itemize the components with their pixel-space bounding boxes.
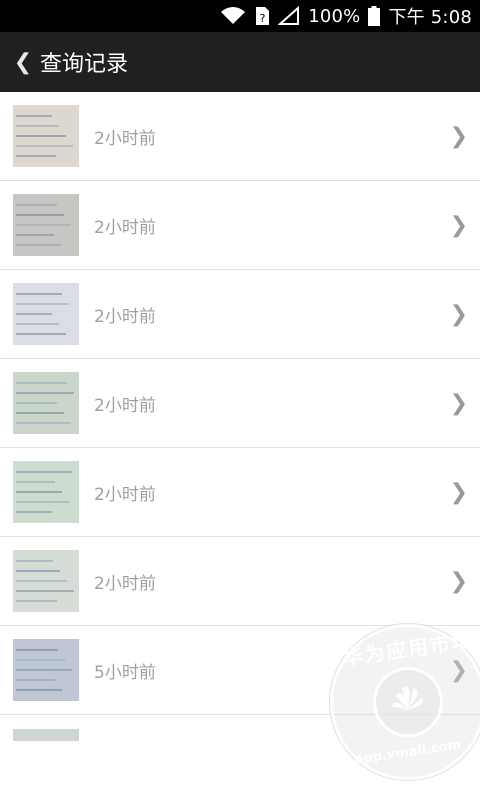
record-time: 2小时前 (94, 306, 156, 327)
record-time: 2小时前 (94, 217, 156, 238)
record-thumbnail (13, 550, 79, 612)
signal-icon (278, 6, 300, 26)
status-bar: ? 100% 下午 5:08 (0, 0, 480, 32)
wifi-icon (220, 6, 246, 26)
huawei-appmarket-watermark: 华为应用市场 app.vmall.com (330, 624, 480, 780)
record-thumbnail (13, 729, 79, 741)
record-time: 2小时前 (94, 484, 156, 505)
record-time: 5小时前 (94, 662, 156, 683)
record-thumbnail (13, 194, 79, 256)
record-row[interactable]: 2小时前 ❯ (0, 181, 480, 270)
record-thumbnail (13, 372, 79, 434)
chevron-left-icon[interactable]: ❮ (6, 32, 40, 92)
record-row[interactable]: 2小时前 ❯ (0, 359, 480, 448)
record-time: 2小时前 (94, 395, 156, 416)
page-title: 查询记录 (40, 52, 129, 77)
title-bar: ❮ 查询记录 (0, 32, 480, 92)
chevron-right-icon: ❯ (449, 123, 468, 149)
watermark-bottom-text: app.vmall.com (353, 737, 463, 768)
chevron-right-icon: ❯ (449, 479, 468, 505)
chevron-right-icon: ❯ (449, 568, 468, 594)
record-row[interactable]: 2小时前 ❯ (0, 537, 480, 626)
chevron-right-icon: ❯ (449, 301, 468, 327)
status-icons: ? 100% 下午 5:08 (220, 0, 472, 32)
record-row[interactable]: 2小时前 ❯ (0, 448, 480, 537)
record-thumbnail (13, 283, 79, 345)
record-thumbnail (13, 461, 79, 523)
record-thumbnail (13, 639, 79, 701)
record-row[interactable]: 2小时前 ❯ (0, 270, 480, 359)
battery-level: 100% (308, 5, 361, 27)
record-thumbnail (13, 105, 79, 167)
record-time: 2小时前 (94, 573, 156, 594)
sim-icon: ? (254, 6, 270, 26)
battery-icon (368, 6, 381, 26)
chevron-right-icon: ❯ (449, 390, 468, 416)
record-row[interactable]: 2小时前 ❯ (0, 92, 480, 181)
huawei-logo-icon (373, 667, 443, 737)
svg-text:?: ? (260, 12, 266, 25)
clock: 下午 5:08 (388, 7, 472, 28)
chevron-right-icon: ❯ (449, 212, 468, 238)
record-time: 2小时前 (94, 128, 156, 149)
